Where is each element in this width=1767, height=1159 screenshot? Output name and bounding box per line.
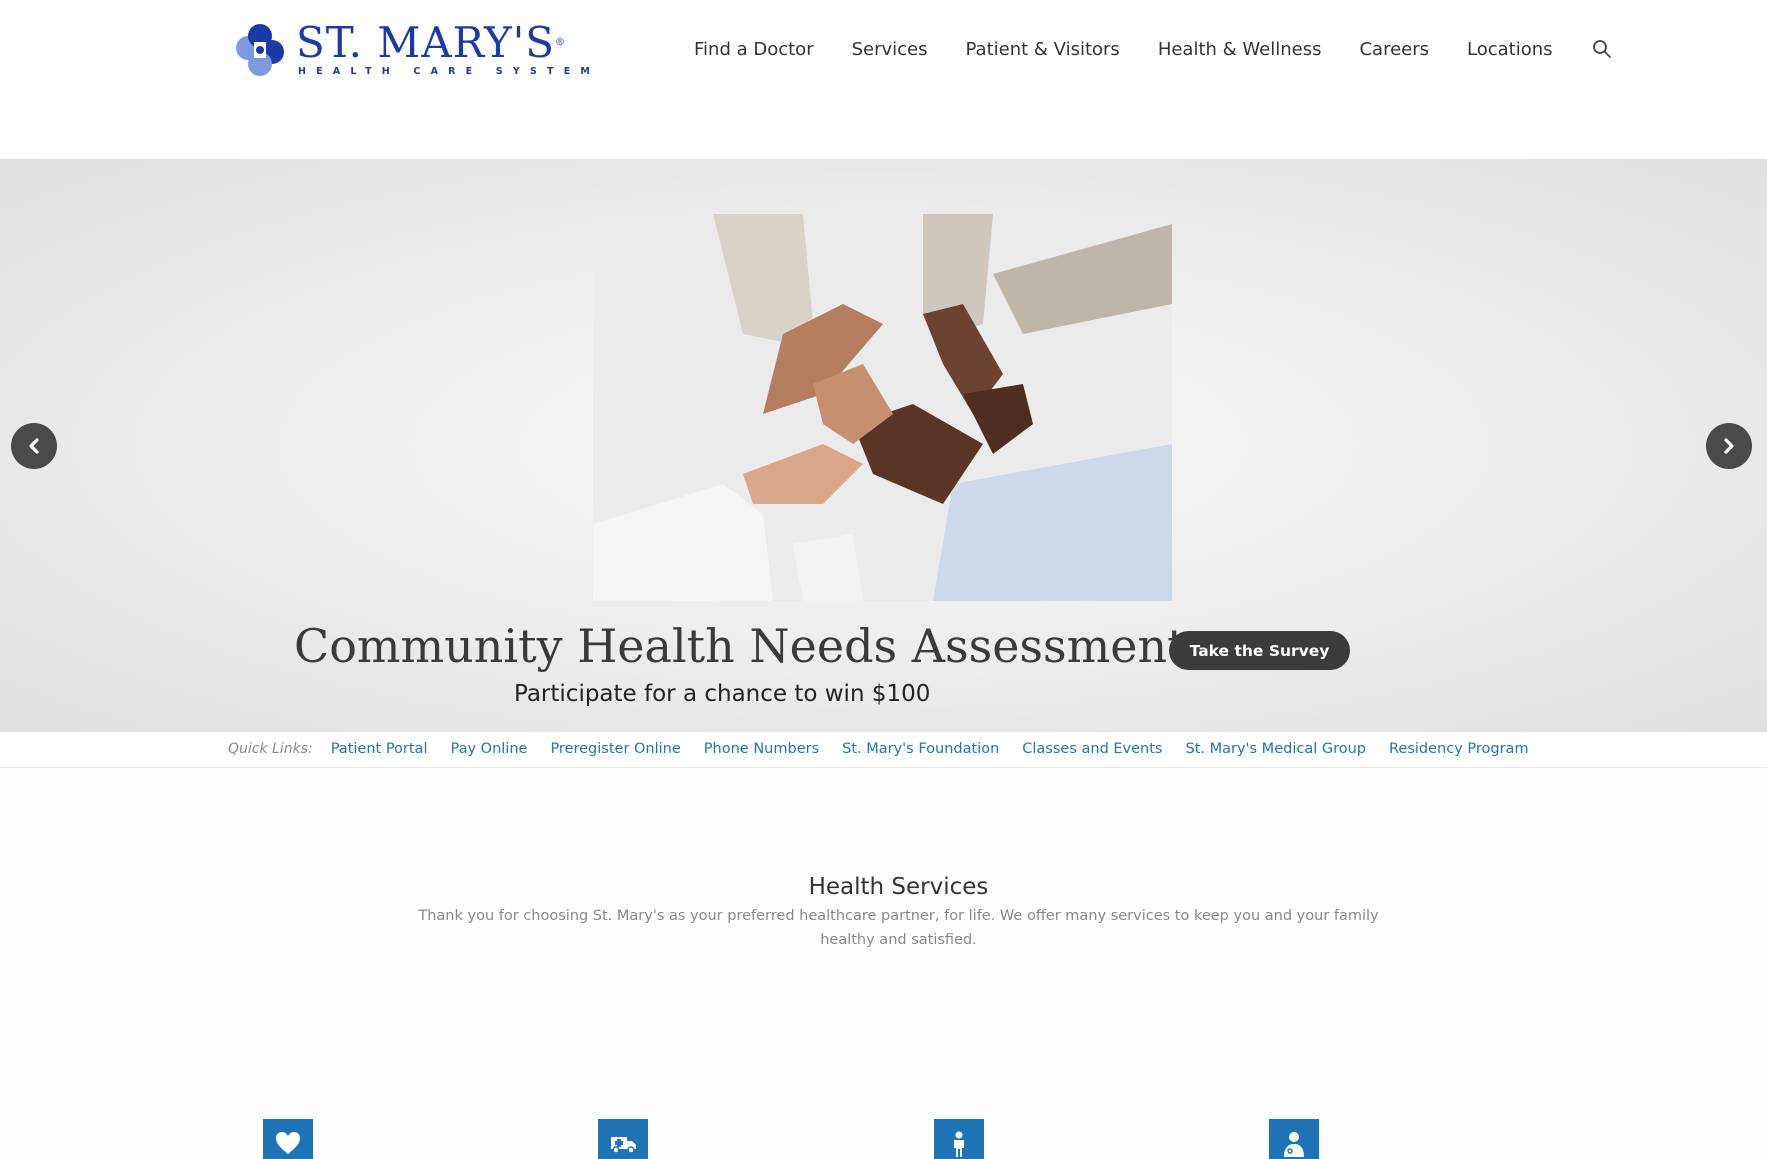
quick-link-foundation[interactable]: St. Mary's Foundation xyxy=(842,741,999,757)
logo-tagline: HEALTH CARE SYSTEM xyxy=(298,66,601,77)
logo-mark-icon xyxy=(236,24,284,76)
service-doctor-tile[interactable] xyxy=(1269,1119,1319,1159)
chevron-left-icon xyxy=(29,438,39,454)
nav-services[interactable]: Services xyxy=(852,39,928,60)
slider-next-button[interactable] xyxy=(1706,423,1752,469)
search-icon[interactable] xyxy=(1591,38,1613,60)
ambulance-icon xyxy=(611,1137,636,1154)
joined-hands-illustration xyxy=(593,214,1172,601)
nav-find-a-doctor[interactable]: Find a Doctor xyxy=(694,39,814,60)
hero-subheading: Participate for a chance to win $100 xyxy=(514,681,931,707)
quick-link-patient-portal[interactable]: Patient Portal xyxy=(331,741,428,757)
doctor-icon xyxy=(1284,1132,1304,1157)
quick-links-bar: Quick Links: Patient Portal Pay Online P… xyxy=(0,733,1767,768)
quick-link-classes-events[interactable]: Classes and Events xyxy=(1022,741,1162,757)
nav-health-wellness[interactable]: Health & Wellness xyxy=(1158,39,1322,60)
main-nav: Find a Doctor Services Patient & Visitor… xyxy=(694,38,1613,60)
service-heart-tile[interactable] xyxy=(263,1119,313,1159)
logo-title: ST. MARY'S® xyxy=(296,18,567,67)
heart-icon xyxy=(276,1132,300,1154)
nav-locations[interactable]: Locations xyxy=(1467,39,1553,60)
logo[interactable]: ST. MARY'S® HEALTH CARE SYSTEM xyxy=(234,18,590,82)
health-services-title: Health Services xyxy=(808,874,989,900)
nav-patient-visitors[interactable]: Patient & Visitors xyxy=(966,39,1120,60)
slider-prev-button[interactable] xyxy=(11,423,57,469)
hero-image xyxy=(593,214,1172,601)
quick-link-preregister-online[interactable]: Preregister Online xyxy=(550,741,680,757)
quick-link-phone-numbers[interactable]: Phone Numbers xyxy=(704,741,819,757)
site-header: ST. MARY'S® HEALTH CARE SYSTEM Find a Do… xyxy=(0,0,1767,160)
service-person-tile[interactable] xyxy=(934,1119,984,1159)
nav-careers[interactable]: Careers xyxy=(1359,39,1429,60)
quick-link-medical-group[interactable]: St. Mary's Medical Group xyxy=(1185,741,1366,757)
quick-link-pay-online[interactable]: Pay Online xyxy=(450,741,527,757)
service-ambulance-tile[interactable] xyxy=(598,1119,648,1159)
quick-link-residency-program[interactable]: Residency Program xyxy=(1389,741,1529,757)
chevron-right-icon xyxy=(1724,438,1734,454)
hero-slider: Community Health Needs Assessment: Parti… xyxy=(0,159,1767,732)
hero-heading: Community Health Needs Assessment: xyxy=(294,619,1202,673)
health-services-description: Thank you for choosing St. Mary's as you… xyxy=(418,908,1379,948)
take-survey-button[interactable]: Take the Survey xyxy=(1169,631,1350,670)
quick-links-label: Quick Links: xyxy=(228,741,313,757)
person-icon xyxy=(954,1131,964,1157)
